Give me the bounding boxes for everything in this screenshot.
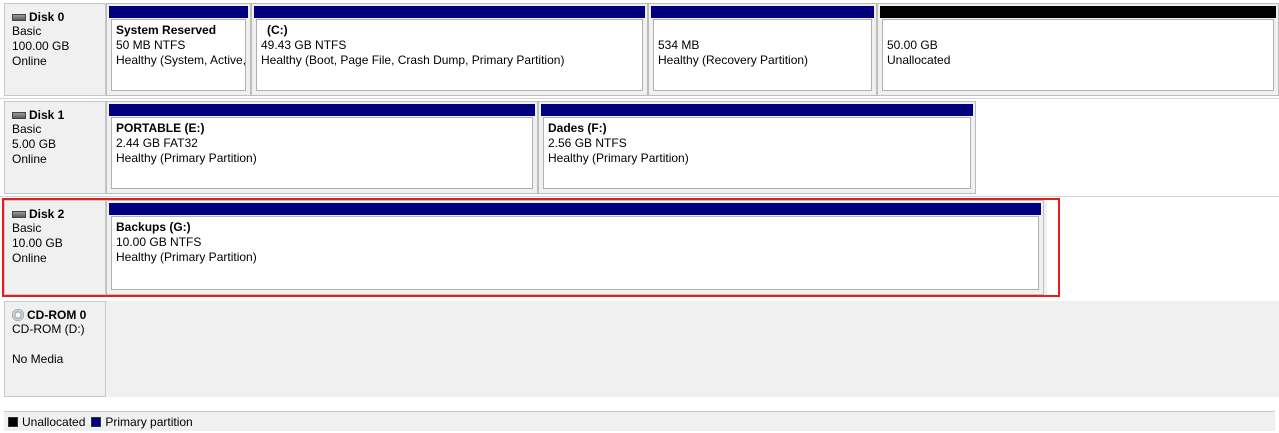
hard-disk-icon bbox=[12, 13, 26, 21]
row-divider bbox=[0, 196, 1279, 197]
volume-size: 2.44 GB FAT32 bbox=[116, 136, 198, 150]
volume-size: 2.56 GB NTFS bbox=[548, 136, 627, 150]
volume-title: System Reserved bbox=[116, 23, 217, 37]
volume-status: Healthy (System, Active, bbox=[116, 53, 246, 67]
volume-size: 50 MB NTFS bbox=[116, 38, 186, 52]
legend-label-primary: Primary partition bbox=[105, 414, 193, 429]
volume-bar bbox=[109, 6, 248, 18]
volume-title: PORTABLE (E:) bbox=[116, 121, 205, 135]
hard-disk-icon bbox=[12, 111, 26, 119]
volume-c[interactable]: (C:) 49.43 GB NTFS Healthy (Boot, Page Fil… bbox=[251, 3, 648, 96]
volume-bar bbox=[541, 104, 973, 116]
volume-e[interactable]: PORTABLE (E:) 2.44 GB FAT32 Healthy (Prima… bbox=[106, 101, 538, 194]
cdrom-drive: CD-ROM (D:) bbox=[12, 322, 85, 336]
volume-status: Healthy (Primary Partition) bbox=[548, 151, 689, 165]
volume-size: 49.43 GB NTFS bbox=[261, 38, 347, 52]
volume-size: 50.00 GB bbox=[887, 38, 938, 52]
legend-bar: Unallocated Primary partition bbox=[4, 411, 1275, 431]
volume-title bbox=[658, 23, 871, 38]
primary-partition-swatch bbox=[91, 416, 102, 427]
volume-bar bbox=[109, 104, 535, 116]
cdrom-label[interactable]: CD-ROM 0 CD-ROM (D:) No Media bbox=[4, 301, 106, 397]
volume-status: Healthy (Recovery Partition) bbox=[658, 53, 809, 67]
disk-status: Online bbox=[12, 54, 47, 68]
volume-title: (C:) bbox=[267, 23, 288, 37]
disk-volumes-area: System Reserved 50 MB NTFS Healthy (System… bbox=[106, 3, 1279, 96]
row-divider bbox=[0, 98, 1279, 99]
volume-bar bbox=[651, 6, 874, 18]
volume-system-reserved[interactable]: System Reserved 50 MB NTFS Healthy (System… bbox=[106, 3, 251, 96]
selection-highlight bbox=[2, 198, 1060, 297]
volume-status: Unallocated bbox=[887, 53, 951, 67]
cdrom-status: No Media bbox=[12, 352, 64, 366]
cdrom-row: CD-ROM 0 CD-ROM (D:) No Media bbox=[0, 301, 1279, 397]
volume-recovery[interactable]: 534 MB Healthy (Recovery Partition) bbox=[648, 3, 877, 96]
volume-unallocated[interactable]: 50.00 GB Unallocated bbox=[877, 3, 1279, 96]
disk-name: Disk 1 bbox=[29, 108, 65, 122]
disk-label-0[interactable]: Disk 0 Basic 100.00 GB Online bbox=[4, 3, 106, 96]
disk-label-1[interactable]: Disk 1 Basic 5.00 GB Online bbox=[4, 101, 106, 194]
volume-size: 534 MB bbox=[658, 38, 700, 52]
volume-status: Healthy (Primary Partition) bbox=[116, 151, 257, 165]
cdrom-area bbox=[106, 301, 1279, 397]
disk-size: 5.00 GB bbox=[12, 137, 57, 151]
disk-name: Disk 0 bbox=[29, 10, 65, 24]
disk-status: Online bbox=[12, 152, 47, 166]
volume-bar bbox=[880, 6, 1276, 18]
disk-type: Basic bbox=[12, 24, 42, 38]
unallocated-swatch bbox=[8, 416, 18, 427]
disk-volumes-area: PORTABLE (E:) 2.44 GB FAT32 Healthy (Prima… bbox=[106, 101, 976, 194]
volume-f[interactable]: Dades (F:) 2.56 GB NTFS Healthy (Primary P… bbox=[538, 101, 976, 194]
volume-bar bbox=[254, 6, 645, 18]
volume-status: Healthy (Boot, Page File, Crash Dump, Pr… bbox=[261, 53, 565, 67]
disk-row-1: Disk 1 Basic 5.00 GB Online PORTABLE (E:… bbox=[0, 101, 1279, 194]
volume-title bbox=[887, 23, 1273, 38]
legend-label-unallocated: Unallocated bbox=[22, 414, 86, 429]
disk-type: Basic bbox=[12, 122, 42, 136]
volume-title: Dades (F:) bbox=[548, 121, 607, 135]
disk-row-0: Disk 0 Basic 100.00 GB Online System Res… bbox=[0, 3, 1279, 96]
disk-size: 100.00 GB bbox=[12, 39, 70, 53]
cd-drive-icon bbox=[12, 309, 24, 321]
cdrom-name: CD-ROM 0 bbox=[27, 308, 87, 322]
